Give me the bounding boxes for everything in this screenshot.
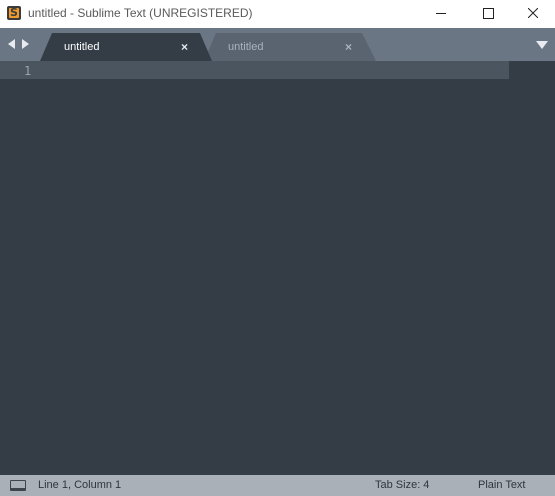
window-title: untitled - Sublime Text (UNREGISTERED): [28, 6, 253, 20]
current-line-highlight: [0, 61, 509, 79]
minimize-icon: [436, 13, 446, 14]
tab-close-icon[interactable]: ×: [181, 41, 188, 53]
close-button[interactable]: [510, 0, 555, 28]
syntax-selector[interactable]: Plain Text: [478, 479, 526, 491]
tab-navigation: [8, 38, 34, 52]
maximize-button[interactable]: [464, 0, 510, 28]
tab-untitled-2[interactable]: untitled ×: [204, 33, 380, 61]
line-number: 1: [24, 64, 32, 78]
tab-label: untitled: [64, 41, 100, 53]
tab-size-selector[interactable]: Tab Size: 4: [375, 479, 429, 491]
maximize-icon: [483, 8, 494, 19]
minimize-button[interactable]: [418, 0, 464, 28]
status-bar: Line 1, Column 1 Tab Size: 4 Plain Text: [0, 475, 555, 496]
tab-close-icon[interactable]: ×: [345, 41, 352, 53]
editor-area[interactable]: 1: [0, 61, 555, 475]
sublime-text-icon: [7, 6, 21, 20]
close-icon: [528, 8, 538, 18]
arrow-right-icon[interactable]: [22, 39, 29, 49]
tab-dropdown-icon[interactable]: [536, 41, 548, 49]
cursor-position: Line 1, Column 1: [38, 479, 122, 491]
tab-bar: untitled × untitled ×: [0, 28, 555, 61]
sublime-window: untitled - Sublime Text (UNREGISTERED) u…: [0, 0, 555, 496]
tab-untitled-1[interactable]: untitled ×: [40, 33, 212, 61]
arrow-left-icon[interactable]: [8, 39, 15, 49]
title-bar[interactable]: untitled - Sublime Text (UNREGISTERED): [0, 0, 555, 28]
tab-label: untitled: [228, 41, 264, 53]
panel-toggle-icon[interactable]: [10, 480, 26, 491]
